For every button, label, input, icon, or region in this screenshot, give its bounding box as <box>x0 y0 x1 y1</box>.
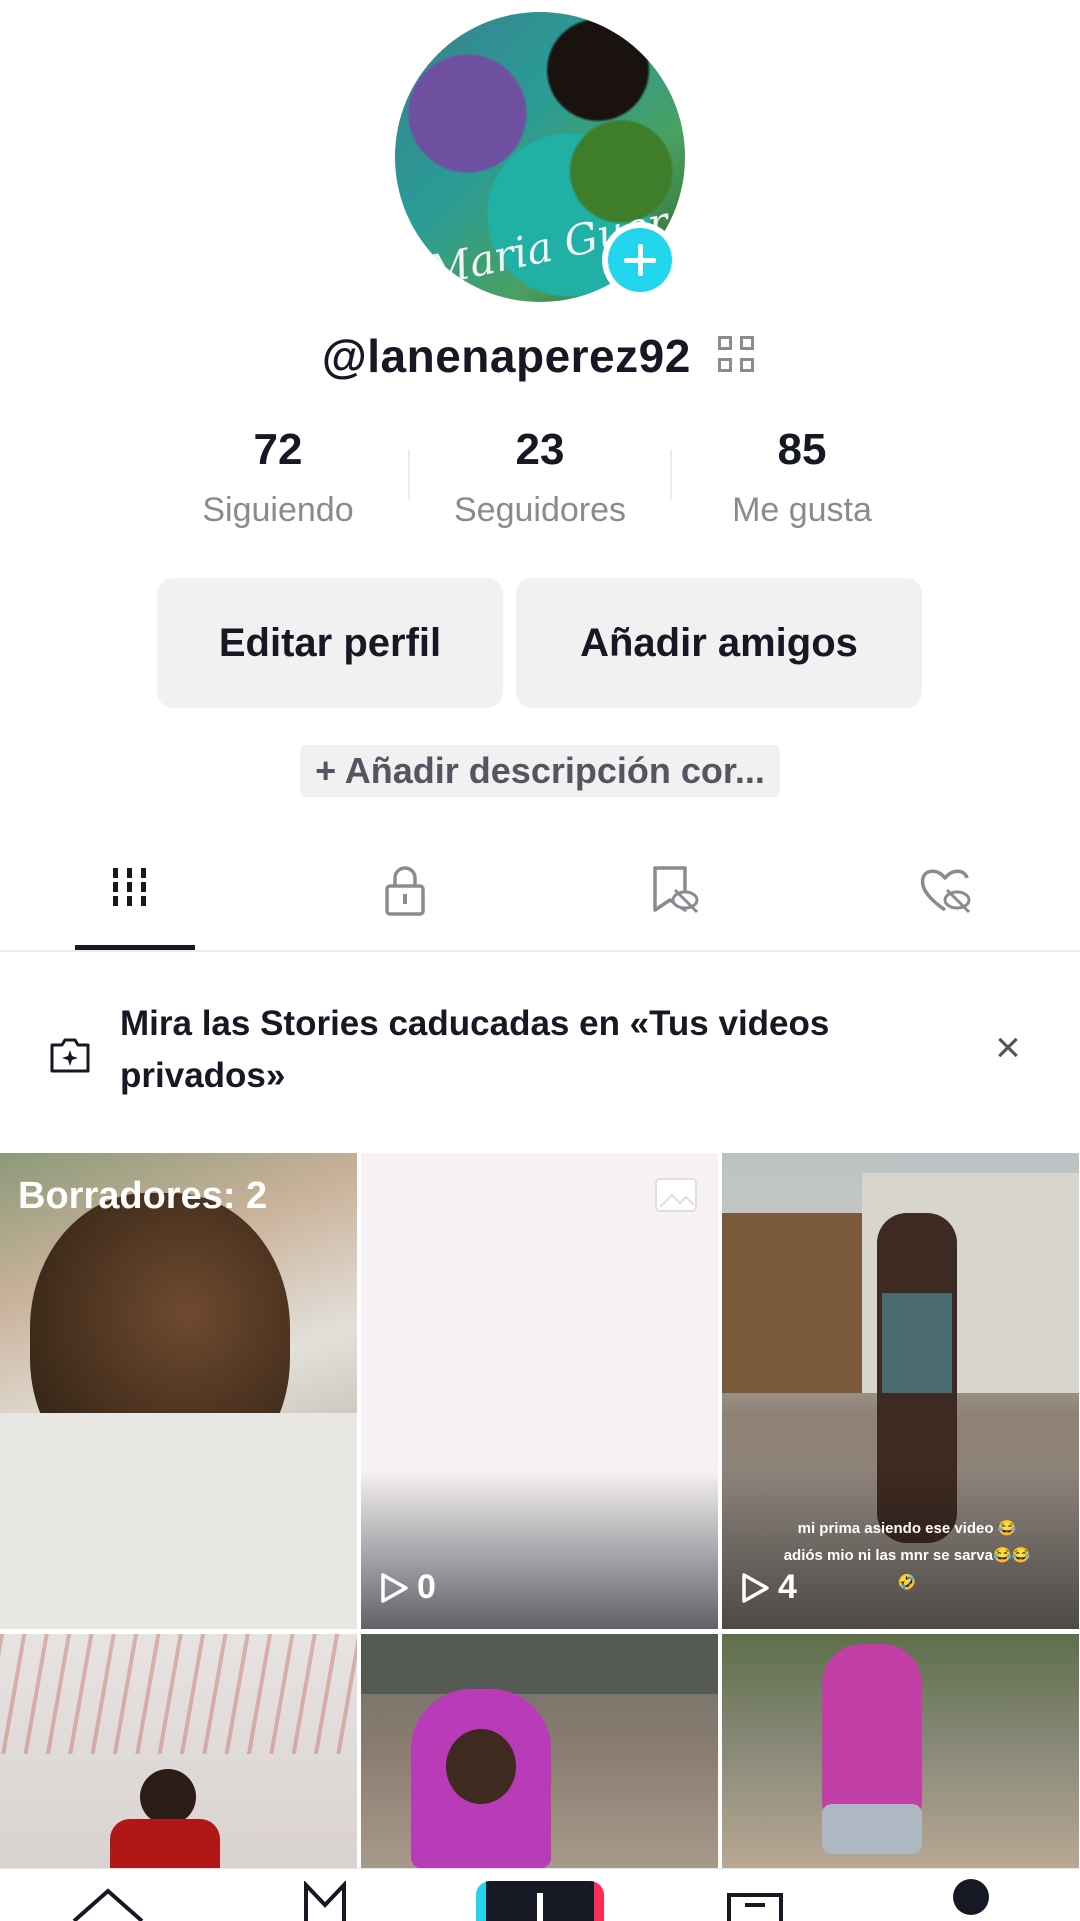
tab-videos[interactable] <box>105 860 165 920</box>
stat-followers-label: Seguidores <box>453 491 626 529</box>
video-thumbnail[interactable] <box>722 1634 1079 1868</box>
edit-profile-button[interactable]: Editar perfil <box>157 578 503 708</box>
video-thumbnail-drafts[interactable]: Borradores: 2 <box>0 1153 357 1629</box>
view-count: 0 <box>379 1568 436 1607</box>
video-thumbnail[interactable] <box>0 1634 357 1868</box>
bottom-navigation <box>0 1868 1080 1921</box>
image-placeholder-icon <box>655 1178 697 1212</box>
tab-saved[interactable] <box>645 860 705 920</box>
play-icon <box>742 1572 769 1603</box>
stat-followers-value: 23 <box>515 425 565 474</box>
stories-banner-text[interactable]: Mira las Stories caducadas en «Tus video… <box>120 998 880 1102</box>
home-icon[interactable] <box>68 1887 148 1921</box>
create-button[interactable] <box>476 1881 604 1921</box>
tab-liked[interactable] <box>915 860 975 920</box>
username: @lanenaperez92 <box>321 329 691 382</box>
hidden-bookmark-icon <box>653 866 699 914</box>
grid-icon <box>113 868 146 906</box>
stat-likes[interactable]: 85 Me gusta <box>672 425 932 530</box>
add-avatar-button[interactable] <box>602 222 678 298</box>
add-friends-button[interactable]: Añadir amigos <box>516 578 922 708</box>
profile-icon[interactable] <box>953 1879 989 1915</box>
video-thumbnail[interactable]: mi prima asiendo ese video 😂 adiós mio n… <box>722 1153 1079 1629</box>
tabs-divider <box>0 950 1080 952</box>
stat-following[interactable]: 72 Siguiendo <box>148 425 408 530</box>
tab-private[interactable] <box>375 860 435 920</box>
video-thumbnail[interactable]: 0 <box>361 1153 718 1629</box>
video-caption: mi prima asiendo ese video 😂 adiós mio n… <box>783 1520 1031 1591</box>
view-count: 4 <box>740 1568 797 1607</box>
play-icon <box>381 1572 408 1603</box>
friends-icon[interactable] <box>300 1881 350 1921</box>
lock-icon <box>385 866 425 916</box>
stat-followers[interactable]: 23 Seguidores <box>410 425 670 530</box>
inbox-icon[interactable] <box>725 1891 785 1921</box>
camera-sparkle-icon <box>48 1033 92 1077</box>
drafts-label: Borradores: 2 <box>18 1175 268 1217</box>
stat-following-label: Siguiendo <box>202 491 354 529</box>
username-row: @lanenaperez92 <box>0 325 1080 383</box>
add-bio-button[interactable]: + Añadir descripción cor... <box>300 745 780 797</box>
qr-code-icon[interactable] <box>718 335 758 376</box>
plus-icon <box>608 228 672 292</box>
close-icon[interactable]: × <box>990 1026 1026 1070</box>
plus-icon <box>537 1893 543 1921</box>
hidden-heart-icon <box>920 869 971 914</box>
video-thumbnail[interactable] <box>361 1634 718 1868</box>
stat-following-value: 72 <box>253 425 303 474</box>
stat-likes-label: Me gusta <box>732 491 872 529</box>
stat-likes-value: 85 <box>777 425 827 474</box>
